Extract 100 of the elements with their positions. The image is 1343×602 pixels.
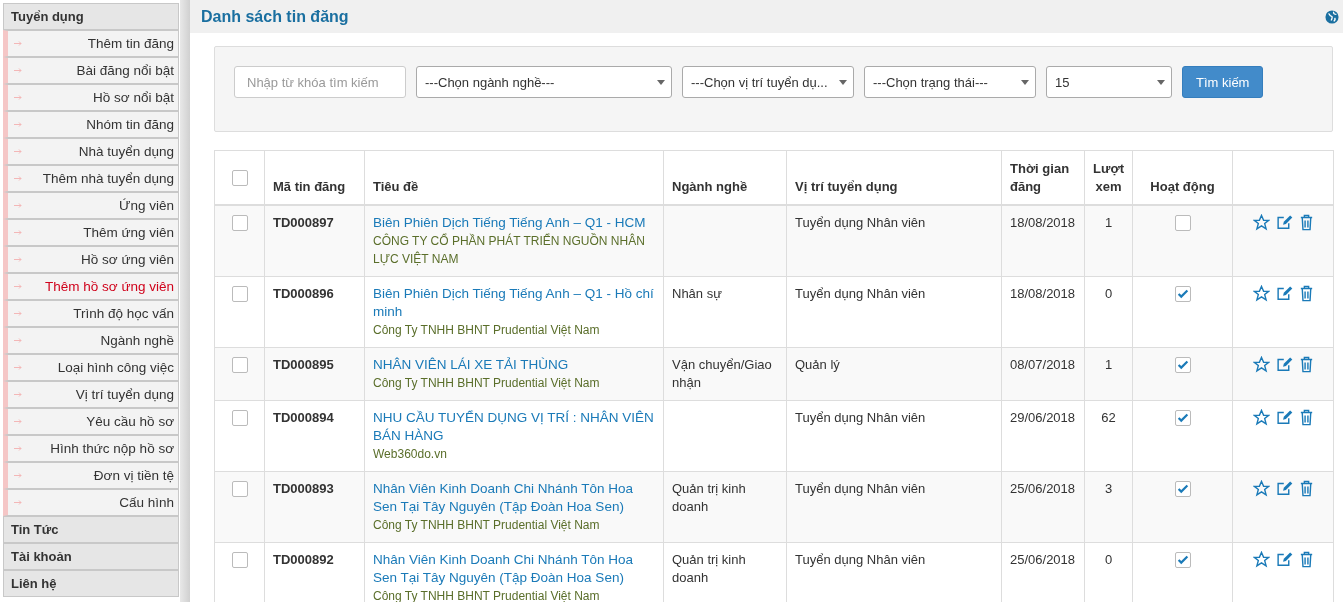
company-name: Công Ty TNHH BHNT Prudential Việt Nam xyxy=(373,587,601,602)
active-checkbox[interactable] xyxy=(1174,410,1191,427)
table-cell: TD000894 xyxy=(264,400,365,471)
active-checkbox[interactable] xyxy=(1174,481,1191,498)
sidebar-item[interactable]: Loại hình công việc xyxy=(3,354,179,381)
table-cell: Tuyển dụng Nhân viên xyxy=(786,471,1002,542)
edit-icon[interactable] xyxy=(1275,408,1293,426)
row-checkbox[interactable] xyxy=(231,357,248,374)
globe-icon[interactable] xyxy=(1325,9,1339,24)
star-icon[interactable] xyxy=(1252,213,1270,231)
trash-icon[interactable] xyxy=(1298,550,1314,568)
column-header: Lượt xem xyxy=(1084,150,1133,205)
sidebar-item[interactable]: Cấu hình xyxy=(3,489,179,516)
sidebar-item[interactable]: Thêm nhà tuyển dụng xyxy=(3,165,179,192)
sidebar-group-header[interactable]: Liên hệ xyxy=(3,570,179,597)
arrow-icon xyxy=(14,338,22,343)
company-name: Công Ty TNHH BHNT Prudential Việt Nam xyxy=(373,516,601,534)
sidebar-item-label: Thêm tin đăng xyxy=(87,36,174,51)
dropdown[interactable]: ---Chọn trạng thái--- xyxy=(864,66,1036,98)
active-checkbox[interactable] xyxy=(1174,286,1191,303)
job-title-link[interactable]: Biên Phiên Dịch Tiếng Tiếng Anh – Q1 - HCM xyxy=(373,213,655,232)
star-icon[interactable] xyxy=(1252,550,1270,568)
search-field[interactable]: Nhập từ khóa tìm kiếm xyxy=(234,66,406,98)
sidebar-item[interactable]: Ngành nghề xyxy=(3,327,179,354)
sidebar-item[interactable]: Trình độ học vấn xyxy=(3,300,179,327)
sidebar-item-label: Hồ sơ nổi bật xyxy=(93,90,174,105)
arrow-icon xyxy=(14,473,22,478)
row-checkbox[interactable] xyxy=(231,215,248,232)
sidebar-group-header[interactable]: Tin Tức xyxy=(3,516,179,543)
active-checkbox[interactable] xyxy=(1174,215,1191,232)
edit-icon[interactable] xyxy=(1275,550,1293,568)
star-icon[interactable] xyxy=(1252,355,1270,373)
arrow-icon xyxy=(14,500,22,505)
sidebar-item-label: Đơn vị tiền tệ xyxy=(93,468,174,483)
sidebar-item-label: Cấu hình xyxy=(119,495,174,510)
sidebar-item[interactable]: Nhà tuyển dụng xyxy=(3,138,179,165)
table-cell: Vận chuyển/Giao nhận xyxy=(663,347,787,400)
sidebar-item[interactable]: Vị trí tuyển dụng xyxy=(3,381,179,408)
table-cell: 0 xyxy=(1084,276,1133,347)
job-title-link[interactable]: NHÂN VIÊN LÁI XE TẢI THÙNG xyxy=(373,355,655,374)
trash-icon[interactable] xyxy=(1298,284,1314,302)
sidebar-item[interactable]: Hình thức nộp hồ sơ xyxy=(3,435,179,462)
table-cell: 1 xyxy=(1084,204,1133,276)
sidebar-item-label: Yêu cầu hồ sơ xyxy=(86,414,174,429)
sidebar-item[interactable]: Đơn vị tiền tệ xyxy=(3,462,179,489)
sidebar-item-label: Ngành nghề xyxy=(100,333,174,348)
table-cell: 18/08/2018 xyxy=(1001,276,1085,347)
sidebar-item[interactable]: Yêu cầu hồ sơ xyxy=(3,408,179,435)
trash-icon[interactable] xyxy=(1298,213,1314,231)
edit-icon[interactable] xyxy=(1275,284,1293,302)
trash-icon[interactable] xyxy=(1298,408,1314,426)
sidebar-item[interactable]: Thêm tin đăng xyxy=(3,30,179,57)
arrow-icon xyxy=(14,176,22,181)
edit-icon[interactable] xyxy=(1275,479,1293,497)
job-title-link[interactable]: NHU CẦU TUYỂN DỤNG VỊ TRÍ : NHÂN VIÊN BÁN HÀNG xyxy=(373,408,655,445)
sidebar-item[interactable]: Bài đăng nổi bật xyxy=(3,57,179,84)
table-cell: TD000897 xyxy=(264,204,365,276)
select-all-checkbox[interactable] xyxy=(231,169,248,186)
dropdown[interactable]: ---Chọn ngành nghề--- xyxy=(416,66,672,98)
sidebar-item[interactable]: Hồ sơ ứng viên xyxy=(3,246,179,273)
job-title-link[interactable]: Nhân Viên Kinh Doanh Chi Nhánh Tôn Hoa Sen Tại Tây Nguyên (Tập Đoàn Hoa Sen) xyxy=(373,479,655,516)
sidebar-item[interactable]: Thêm hồ sơ ứng viên xyxy=(3,273,179,300)
trash-icon[interactable] xyxy=(1298,479,1314,497)
sidebar-item[interactable]: Nhóm tin đăng xyxy=(3,111,179,138)
job-title-link[interactable]: Nhân Viên Kinh Doanh Chi Nhánh Tôn Hoa Sen Tại Tây Nguyên (Tập Đoàn Hoa Sen) xyxy=(373,550,655,587)
dropdown[interactable]: ---Chọn vị trí tuyển dụ... xyxy=(682,66,854,98)
job-title-link[interactable]: Biên Phiên Dịch Tiếng Tiếng Anh – Q1 - Hồ chí minh xyxy=(373,284,655,321)
sidebar-item[interactable]: Hồ sơ nổi bật xyxy=(3,84,179,111)
table-cell: Quản trị kinh doanh xyxy=(663,471,787,542)
star-icon[interactable] xyxy=(1252,408,1270,426)
page-title: Danh sách tin đăng xyxy=(201,7,349,26)
sidebar-group-header[interactable]: Tuyển dụng xyxy=(3,3,179,30)
row-checkbox[interactable] xyxy=(231,286,248,303)
caret-icon xyxy=(1021,79,1029,85)
row-checkbox[interactable] xyxy=(231,410,248,427)
row-checkbox[interactable] xyxy=(231,481,248,498)
sidebar-item[interactable]: Ứng viên xyxy=(3,192,179,219)
row-checkbox[interactable] xyxy=(231,552,248,569)
column-header: Vị trí tuyển dụng xyxy=(786,150,1002,205)
table-cell: 29/06/2018 xyxy=(1001,400,1085,471)
sidebar-item-label: Thêm nhà tuyển dụng xyxy=(42,171,174,186)
arrow-icon xyxy=(14,41,22,46)
star-icon[interactable] xyxy=(1252,284,1270,302)
sidebar-item-label: Bài đăng nổi bật xyxy=(76,63,174,78)
star-icon[interactable] xyxy=(1252,479,1270,497)
sidebar-item-label: Vị trí tuyển dụng xyxy=(75,387,174,402)
dropdown[interactable]: 15 xyxy=(1046,66,1172,98)
search-button[interactable]: Tìm kiếm xyxy=(1182,66,1264,98)
sidebar-group-header[interactable]: Tài khoản xyxy=(3,543,179,570)
sidebar-item-label: Hình thức nộp hồ sơ xyxy=(50,441,174,456)
active-checkbox[interactable] xyxy=(1174,552,1191,569)
arrow-icon xyxy=(14,311,22,316)
edit-icon[interactable] xyxy=(1275,213,1293,231)
table-cell: Tuyển dụng Nhân viên xyxy=(786,276,1002,347)
trash-icon[interactable] xyxy=(1298,355,1314,373)
sidebar-item[interactable]: Thêm ứng viên xyxy=(3,219,179,246)
edit-icon[interactable] xyxy=(1275,355,1293,373)
active-checkbox[interactable] xyxy=(1174,357,1191,374)
arrow-icon xyxy=(14,203,22,208)
table-cell: Tuyển dụng Nhân viên xyxy=(786,204,1002,276)
